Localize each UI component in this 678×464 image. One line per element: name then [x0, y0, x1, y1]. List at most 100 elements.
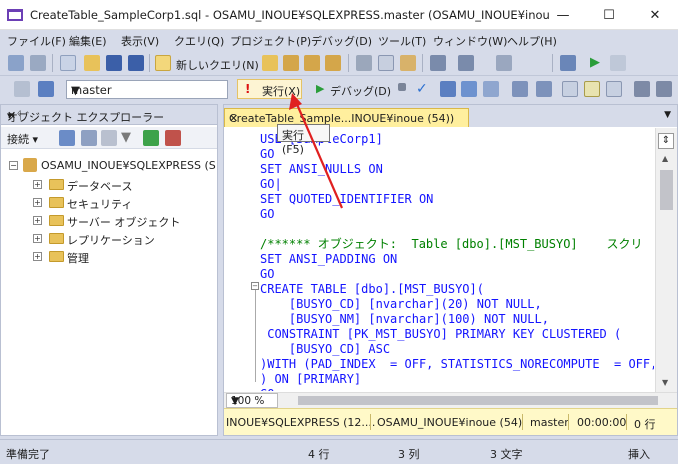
- dmx-icon[interactable]: [304, 55, 320, 71]
- cut-icon[interactable]: [356, 55, 372, 71]
- zoom-select[interactable]: 100 % ▼: [226, 393, 278, 408]
- new-query-icon[interactable]: [155, 55, 171, 71]
- vertical-scrollbar[interactable]: ⇕ ▲ ▼: [655, 128, 677, 393]
- menu-project[interactable]: プロジェクト(P): [230, 33, 311, 49]
- open-folder-icon[interactable]: [84, 55, 100, 71]
- code-line[interactable]: SET ANSI_NULLS ON: [224, 162, 654, 177]
- menu-edit[interactable]: 編集(E): [69, 33, 107, 49]
- new-query-button[interactable]: 新しいクエリ(N): [176, 57, 259, 73]
- code-line[interactable]: ) ON [PRIMARY]: [224, 372, 654, 387]
- horizontal-scroll-thumb[interactable]: [298, 396, 658, 405]
- menu-query[interactable]: クエリ(Q): [174, 33, 224, 49]
- code-line[interactable]: /****** オブジェクト: Table [dbo].[MST_BUSYO] …: [224, 237, 654, 252]
- menu-file[interactable]: ファイル(F): [7, 33, 66, 49]
- expand-icon[interactable]: +: [33, 216, 42, 225]
- scroll-down-icon[interactable]: ▼: [662, 378, 668, 387]
- connect-icon[interactable]: [14, 81, 30, 97]
- query-icon[interactable]: [262, 55, 278, 71]
- include-plan-icon[interactable]: [512, 81, 528, 97]
- minimize-button[interactable]: —: [540, 0, 586, 30]
- stop-icon[interactable]: [398, 83, 406, 91]
- comment-out-icon[interactable]: [634, 81, 650, 97]
- estimated-plan-icon[interactable]: [440, 81, 456, 97]
- connect-button[interactable]: 接続 ▾: [7, 131, 38, 147]
- tree-node-management[interactable]: + 管理: [33, 248, 213, 266]
- undo-icon[interactable]: [430, 55, 446, 71]
- code-line[interactable]: GO: [224, 267, 654, 282]
- tab-dropdown-icon[interactable]: ▼: [664, 110, 671, 120]
- code-line[interactable]: GO: [224, 207, 654, 222]
- disconnect-icon[interactable]: [81, 130, 97, 146]
- expand-icon[interactable]: +: [33, 180, 42, 189]
- results-text-icon[interactable]: [562, 81, 578, 97]
- menu-window[interactable]: ウィンドウ(W): [433, 33, 507, 49]
- mdx-icon[interactable]: [283, 55, 299, 71]
- scroll-thumb[interactable]: [660, 170, 673, 210]
- filter-icon[interactable]: ▼: [121, 130, 137, 146]
- code-line[interactable]: )WITH (PAD_INDEX = OFF, STATISTICS_NOREC…: [224, 357, 654, 372]
- debug-button[interactable]: デバッグ(D): [330, 83, 391, 99]
- expand-icon[interactable]: +: [33, 234, 42, 243]
- scroll-up-icon[interactable]: ▲: [662, 154, 668, 163]
- database-select[interactable]: master ▼: [66, 80, 228, 99]
- tab-query[interactable]: CreateTable_Sample...INOUE¥inoue (54)) ✕: [224, 108, 469, 127]
- connect-server-icon[interactable]: [59, 130, 75, 146]
- code-editor[interactable]: USE [SampleCorp1] GO SET ANSI_NULLS ON GO| S…: [224, 128, 654, 391]
- code-line[interactable]: CONSTRAINT [PK_MST_BUSYO] PRIMARY KEY CL…: [224, 327, 654, 342]
- redo-icon[interactable]: [458, 55, 474, 71]
- code-line[interactable]: GO|: [224, 177, 654, 192]
- back-icon[interactable]: [8, 55, 24, 71]
- close-button[interactable]: ✕: [632, 0, 678, 30]
- forward-icon[interactable]: [30, 55, 46, 71]
- results-grid-toggle-icon[interactable]: [584, 81, 600, 97]
- tree-node-databases[interactable]: + データベース: [33, 176, 213, 194]
- paste-icon[interactable]: [400, 55, 416, 71]
- code-line[interactable]: CREATE TABLE [dbo].[MST_BUSYO](: [224, 282, 654, 297]
- parse-check-icon[interactable]: ✓: [416, 81, 432, 97]
- change-connection-icon[interactable]: [38, 81, 54, 97]
- menu-view[interactable]: 表示(V): [121, 33, 159, 49]
- menu-debug[interactable]: デバッグ(D): [311, 33, 372, 49]
- tree-node-server-objects[interactable]: + サーバー オブジェクト: [33, 212, 213, 230]
- stop-icon[interactable]: [101, 130, 117, 146]
- debug-play-icon[interactable]: ▶: [316, 82, 324, 95]
- xmla-icon[interactable]: [325, 55, 341, 71]
- solution-explorer-icon[interactable]: [560, 55, 576, 71]
- maximize-button[interactable]: ☐: [586, 0, 632, 30]
- new-project-icon[interactable]: [60, 55, 76, 71]
- collapse-icon[interactable]: −: [9, 161, 18, 170]
- results-grid-icon[interactable]: [483, 81, 499, 97]
- save-icon[interactable]: [106, 55, 122, 71]
- code-line[interactable]: [BUSYO_CD] [nvarchar](20) NOT NULL,: [224, 297, 654, 312]
- close-icon[interactable]: ✕: [7, 109, 211, 122]
- indent-icon[interactable]: [656, 81, 672, 97]
- toolbar-options-icon[interactable]: [610, 55, 626, 71]
- intellisense-icon[interactable]: [461, 81, 477, 97]
- close-icon[interactable]: ✕: [229, 112, 464, 125]
- refresh-icon[interactable]: [143, 130, 159, 146]
- expand-icon[interactable]: +: [33, 252, 42, 261]
- tree-node-security[interactable]: + セキュリティ: [33, 194, 213, 212]
- execute-button[interactable]: ! 実行(X): [237, 79, 302, 99]
- code-line[interactable]: SET ANSI_PADDING ON: [224, 252, 654, 267]
- navigate-icon[interactable]: [496, 55, 512, 71]
- client-stats-icon[interactable]: [536, 81, 552, 97]
- code-line[interactable]: SET QUOTED_IDENTIFIER ON: [224, 192, 654, 207]
- results-file-icon[interactable]: [606, 81, 622, 97]
- tree-node-label: データベース: [67, 180, 133, 193]
- expand-icon[interactable]: +: [33, 198, 42, 207]
- code-line[interactable]: [224, 222, 654, 237]
- menu-tools[interactable]: ツール(T): [378, 33, 426, 49]
- code-line[interactable]: GO: [224, 387, 654, 391]
- save-all-icon[interactable]: [128, 55, 144, 71]
- activity-monitor-icon[interactable]: [165, 130, 181, 146]
- code-line[interactable]: [BUSYO_NM] [nvarchar](100) NOT NULL,: [224, 312, 654, 327]
- menu-help[interactable]: ヘルプ(H): [507, 33, 557, 49]
- start-icon[interactable]: ▶: [590, 55, 606, 71]
- collapse-icon[interactable]: −: [251, 282, 259, 290]
- split-view-icon[interactable]: ⇕: [658, 133, 674, 149]
- code-line[interactable]: [BUSYO_CD] ASC: [224, 342, 654, 357]
- copy-icon[interactable]: [378, 55, 394, 71]
- tree-node-replication[interactable]: + レプリケーション: [33, 230, 213, 248]
- tree-node-server[interactable]: − OSAMU_INOUE¥SQLEXPRESS (S: [9, 157, 217, 175]
